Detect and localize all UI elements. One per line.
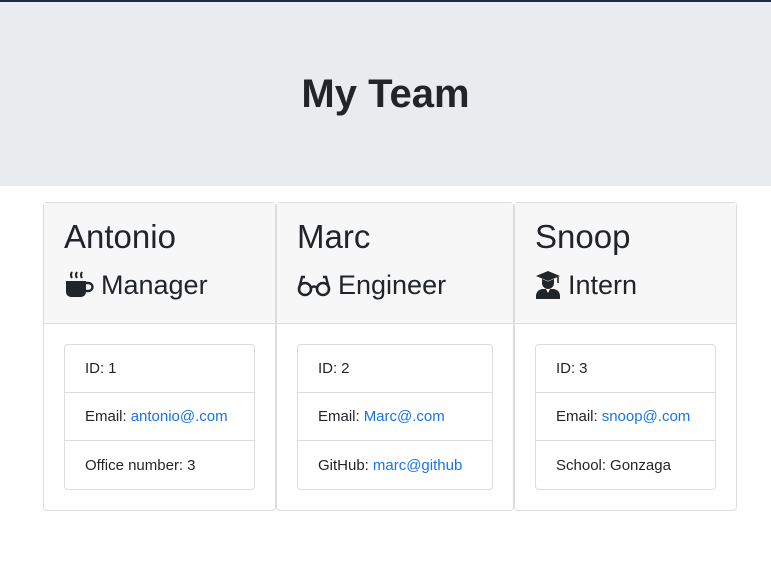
email-link[interactable]: antonio@.com [131, 408, 228, 425]
email-link[interactable]: Marc@.com [364, 408, 445, 425]
role-label: Engineer [338, 270, 447, 300]
role-label: Intern [568, 270, 638, 300]
info-list: ID: 1 Email: antonio@.com Office number:… [64, 344, 255, 490]
info-list: ID: 2 Email: Marc@.com GitHub: marc@gith… [297, 344, 493, 490]
office-number-label: Office number: [85, 456, 184, 474]
employee-name: Snoop [535, 218, 631, 255]
coffee-cup-icon [64, 270, 94, 300]
email-link[interactable]: snoop@.com [602, 408, 691, 425]
email-label: Email: [556, 408, 598, 425]
email-label: Email: [318, 408, 360, 425]
id-value: 3 [579, 360, 588, 377]
email-item: Email: antonio@.com [65, 393, 254, 441]
github-link[interactable]: marc@github [373, 457, 462, 474]
id-item: ID: 3 [536, 345, 715, 393]
employee-card-intern: Snoop Intern ID: 3 Email: snoop@.com Sch… [514, 202, 737, 511]
card-body: ID: 2 Email: Marc@.com GitHub: marc@gith… [277, 324, 513, 510]
card-body: ID: 3 Email: snoop@.com School: Gonzaga [515, 324, 736, 510]
graduate-icon [535, 270, 561, 300]
glasses-icon [297, 270, 331, 300]
school-item: School: Gonzaga [536, 441, 715, 489]
role-label: Manager [101, 270, 208, 300]
id-value: 2 [341, 360, 350, 377]
employee-name: Antonio [64, 218, 176, 255]
card-header: Marc Engineer [277, 203, 513, 324]
info-list: ID: 3 Email: snoop@.com School: Gonzaga [535, 344, 716, 490]
github-item: GitHub: marc@github [298, 441, 492, 489]
email-item: Email: snoop@.com [536, 393, 715, 441]
office-number-item: Office number: 3 [65, 441, 254, 489]
page-header: My Team [0, 2, 771, 186]
id-label: ID: [556, 360, 576, 377]
employee-role: Engineer [297, 267, 513, 303]
email-label: Email: [85, 408, 127, 425]
office-number-value: 3 [187, 456, 196, 474]
employee-card-engineer: Marc Engineer ID: 2 Email: Marc@.com Git… [276, 202, 514, 511]
id-label: ID: [318, 360, 338, 377]
employee-card-manager: Antonio Manager ID: 1 Email: antonio@.co… [43, 202, 276, 511]
employee-name: Marc [297, 218, 371, 255]
card-header: Antonio Manager [44, 203, 275, 324]
card-body: ID: 1 Email: antonio@.com Office number:… [44, 324, 275, 510]
employee-role: Manager [64, 267, 275, 303]
school-label: School: [556, 456, 607, 474]
page-title: My Team [301, 71, 470, 116]
id-item: ID: 1 [65, 345, 254, 393]
card-header: Snoop Intern [515, 203, 736, 324]
school-value: Gonzaga [610, 456, 671, 474]
email-item: Email: Marc@.com [298, 393, 492, 441]
id-label: ID: [85, 360, 105, 377]
id-item: ID: 2 [298, 345, 492, 393]
employee-role: Intern [535, 267, 736, 303]
id-value: 1 [108, 360, 117, 377]
github-label: GitHub: [318, 456, 369, 474]
